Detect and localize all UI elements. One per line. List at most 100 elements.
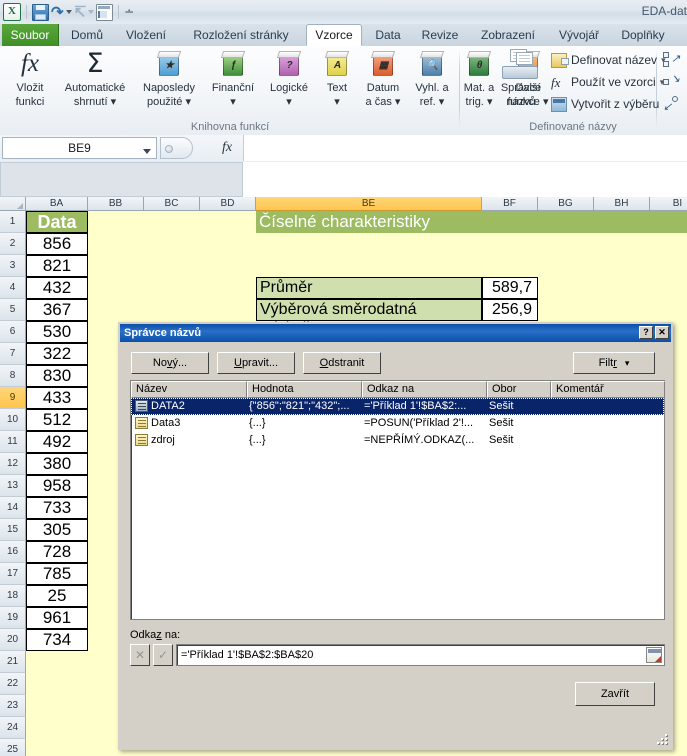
tab-vzorce[interactable]: Vzorce xyxy=(306,24,362,46)
column-header-BI[interactable]: BI xyxy=(650,197,687,211)
lookup-reference-button[interactable]: 🔍 Vyhl. a ref. ▾ xyxy=(408,48,456,108)
cell-BA16[interactable]: 728 xyxy=(26,541,88,563)
cell-BE1-section-title[interactable]: Číselné charakteristiky xyxy=(256,211,687,233)
row-header-14[interactable]: 14 xyxy=(0,497,26,519)
cell-BA11[interactable]: 492 xyxy=(26,431,88,453)
financial-button[interactable]: ƒ Finanční ▾ xyxy=(204,48,262,108)
define-name-button[interactable]: Definovat název ▾ xyxy=(551,50,666,70)
collapse-dialog-icon[interactable] xyxy=(646,647,662,663)
chevron-down-icon[interactable]: ▾ xyxy=(395,96,401,108)
row-header-4[interactable]: 4 xyxy=(0,277,26,299)
close-dialog-button[interactable]: Zavřít xyxy=(575,682,655,706)
tab-v-voj[interactable]: Vývojář xyxy=(550,24,608,46)
formula-input[interactable] xyxy=(243,135,687,161)
row-header-21[interactable]: 21 xyxy=(0,651,26,673)
cell-BA9[interactable]: 433 xyxy=(26,387,88,409)
cell-BA18[interactable]: 25 xyxy=(26,585,88,607)
cell-BA13[interactable]: 958 xyxy=(26,475,88,497)
column-header-BB[interactable]: BB xyxy=(88,197,144,211)
cell-BA15[interactable]: 305 xyxy=(26,519,88,541)
list-column-odkaz-na[interactable]: Odkaz na xyxy=(362,381,487,398)
row-header-2[interactable]: 2 xyxy=(0,233,26,255)
date-time-button[interactable]: ▦ Datum a čas ▾ xyxy=(358,48,408,108)
chevron-down-icon[interactable]: ▾ xyxy=(625,358,630,369)
cell-BA3[interactable]: 821 xyxy=(26,255,88,277)
row-header-10[interactable]: 10 xyxy=(0,409,26,431)
names-list-view[interactable]: Název Hodnota Odkaz na Obor Komentář DATA2 {"… xyxy=(130,380,665,620)
table-row[interactable]: DATA2 {"856";"821";"432";... ='Příklad 1'!… xyxy=(131,398,664,415)
tab-data[interactable]: Data xyxy=(366,24,410,46)
row-header-22[interactable]: 22 xyxy=(0,673,26,695)
cancel-edit-button[interactable]: ✕ xyxy=(130,644,150,666)
undo-dropdown-icon[interactable] xyxy=(65,10,72,14)
list-column-koment-[interactable]: Komentář xyxy=(551,381,665,398)
row-header-16[interactable]: 16 xyxy=(0,541,26,563)
chevron-down-icon[interactable]: ▾ xyxy=(111,96,117,108)
row-header-6[interactable]: 6 xyxy=(0,321,26,343)
tab-revize[interactable]: Revize xyxy=(414,24,466,46)
stat-value-prumer[interactable]: 589,7 xyxy=(482,277,538,299)
use-in-formula-button[interactable]: fx Použít ve vzorci ▾ xyxy=(551,72,664,92)
insert-function-icon[interactable]: fx xyxy=(222,140,232,156)
delete-button[interactable]: Odstranit xyxy=(303,352,381,374)
close-icon[interactable]: ✕ xyxy=(655,326,669,339)
stat-value-odchylka[interactable]: 256,9 xyxy=(482,299,538,321)
table-row[interactable]: Data3 {...} =POSUN('Příklad 2'!... Sešit xyxy=(131,415,664,432)
tab-soubor[interactable]: Soubor xyxy=(2,24,59,46)
cell-BA4[interactable]: 432 xyxy=(26,277,88,299)
tab-vlo-en[interactable]: Vložení xyxy=(116,24,176,46)
logical-button[interactable]: ? Logické ▾ xyxy=(262,48,316,108)
recently-used-button[interactable]: ★ Naposledy použité ▾ xyxy=(134,48,204,108)
row-header-8[interactable]: 8 xyxy=(0,365,26,387)
row-header-7[interactable]: 7 xyxy=(0,343,26,365)
row-header-24[interactable]: 24 xyxy=(0,717,26,739)
cell-BA14[interactable]: 733 xyxy=(26,497,88,519)
cell-BA5[interactable]: 367 xyxy=(26,299,88,321)
edit-button[interactable]: Upravit... xyxy=(217,352,295,374)
column-header-BF[interactable]: BF xyxy=(482,197,538,211)
excel-logo-icon[interactable]: X xyxy=(3,3,21,21)
row-header-5[interactable]: 5 xyxy=(0,299,26,321)
row-header-19[interactable]: 19 xyxy=(0,607,26,629)
row-header-3[interactable]: 3 xyxy=(0,255,26,277)
column-header-BA[interactable]: BA xyxy=(26,197,88,211)
chevron-down-icon[interactable]: ▾ xyxy=(262,96,316,108)
cell-BA17[interactable]: 785 xyxy=(26,563,88,585)
row-header-20[interactable]: 20 xyxy=(0,629,26,651)
create-from-selection-button[interactable]: Vytvořit z výběru xyxy=(551,94,659,114)
redo-dropdown-icon[interactable] xyxy=(88,10,95,14)
column-header-BH[interactable]: BH xyxy=(594,197,650,211)
chevron-down-icon[interactable]: ▾ xyxy=(439,96,445,108)
undo-icon[interactable]: ↷ xyxy=(51,5,64,20)
list-column-n-zev[interactable]: Název xyxy=(131,381,247,398)
row-header-1[interactable]: 1 xyxy=(0,211,26,233)
column-header-BE[interactable]: BE xyxy=(256,197,482,211)
row-header-15[interactable]: 15 xyxy=(0,519,26,541)
list-column-hodnota[interactable]: Hodnota xyxy=(247,381,362,398)
tab-rozlo-en-str-nky[interactable]: Rozložení stránky xyxy=(180,24,302,46)
stat-label-prumer[interactable]: Průměr xyxy=(256,277,482,299)
row-header-25[interactable]: 25 xyxy=(0,739,26,756)
row-header-9[interactable]: 9 xyxy=(0,387,26,409)
remove-arrows-icon[interactable]: ↙ xyxy=(663,96,681,114)
trace-dependents-icon[interactable]: ↘ xyxy=(663,74,681,92)
chevron-down-icon[interactable]: ▾ xyxy=(186,96,192,108)
row-header-18[interactable]: 18 xyxy=(0,585,26,607)
redo-icon[interactable]: ↸ xyxy=(74,5,87,20)
chevron-down-icon[interactable]: ▾ xyxy=(316,96,358,108)
save-icon[interactable] xyxy=(32,3,49,21)
new-button[interactable]: No v ý... xyxy=(131,352,209,374)
resize-grip[interactable] xyxy=(657,734,669,746)
row-header-17[interactable]: 17 xyxy=(0,563,26,585)
table-row[interactable]: zdroj {...} =NEPŘÍMÝ.ODKAZ(... Sešit xyxy=(131,432,664,449)
name-box[interactable]: BE9 xyxy=(2,137,157,159)
select-all-corner[interactable] xyxy=(0,197,26,211)
autosum-button[interactable]: Σ Automatické shrnutí ▾ xyxy=(56,48,134,109)
print-preview-icon[interactable] xyxy=(96,3,114,21)
row-header-11[interactable]: 11 xyxy=(0,431,26,453)
cell-BA20[interactable]: 734 xyxy=(26,629,88,651)
cell-BA12[interactable]: 380 xyxy=(26,453,88,475)
stat-label-odchylka[interactable]: Výběrová směrodatná odchylka xyxy=(256,299,482,337)
formula-bar-expand-knob[interactable] xyxy=(160,137,193,159)
name-box-dropdown-icon[interactable] xyxy=(143,149,151,154)
